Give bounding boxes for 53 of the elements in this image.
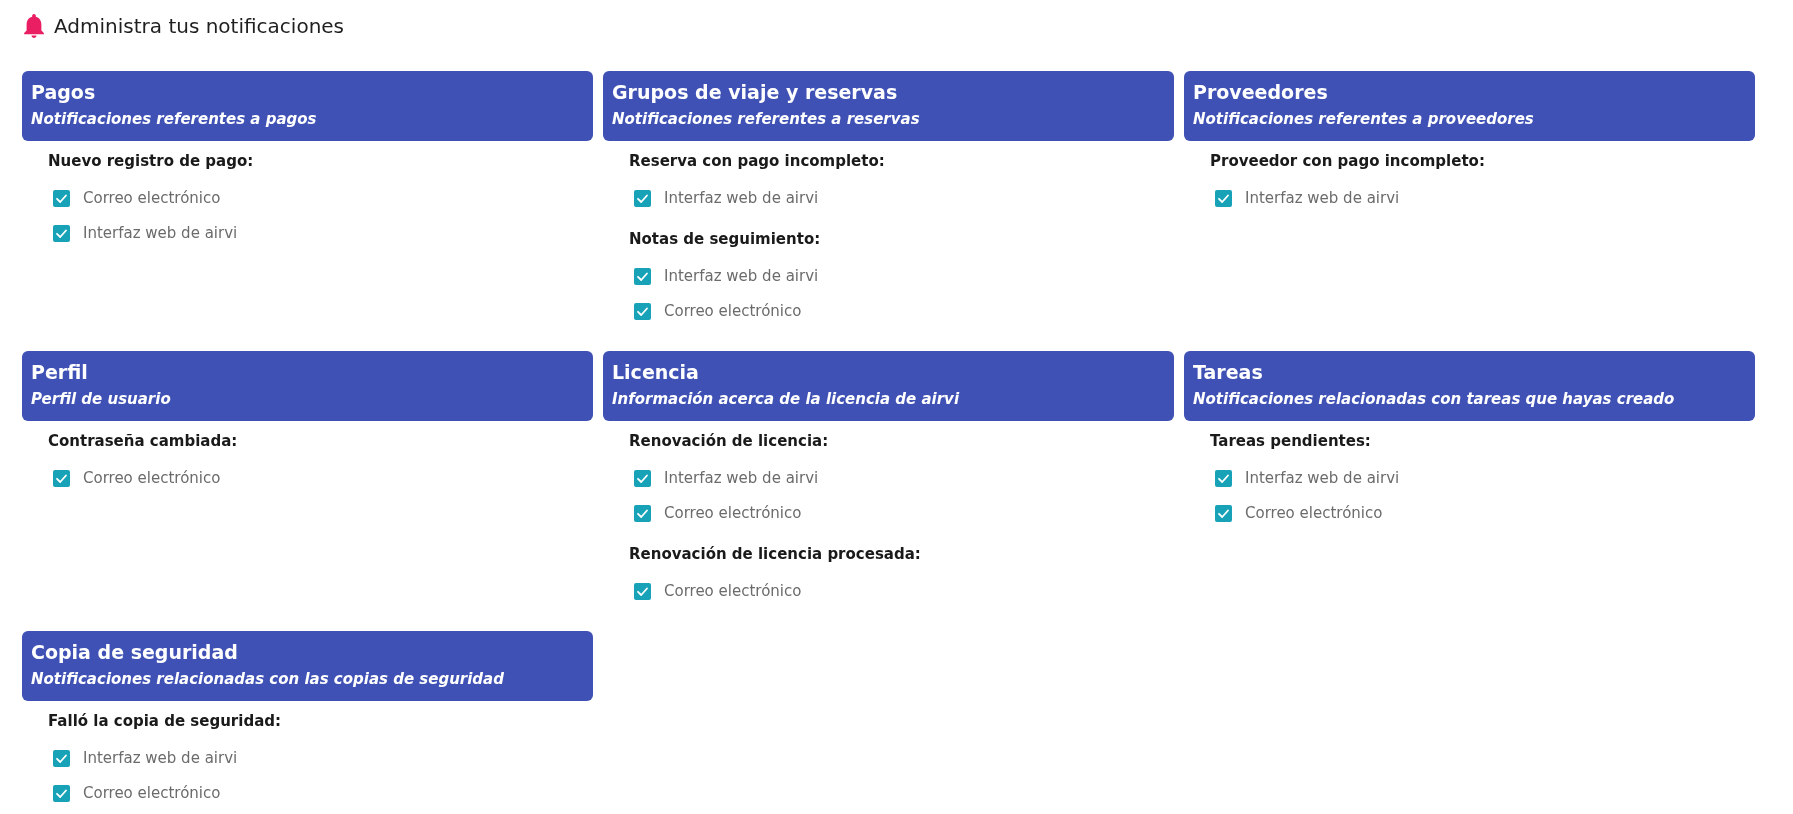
checkbox[interactable]: [1215, 469, 1232, 487]
checkbox[interactable]: [53, 469, 70, 487]
card-subtitle: Notificaciones referentes a pagos: [31, 109, 317, 130]
option-label: Correo electrónico: [664, 503, 802, 523]
option-label: Correo electrónico: [83, 188, 221, 208]
checkbox[interactable]: [634, 189, 651, 207]
checkbox[interactable]: [634, 469, 651, 487]
section-label: Tareas pendientes:: [1210, 431, 1371, 451]
card-subtitle: Notificaciones relacionadas con las copias de seguridad: [31, 669, 504, 690]
option-label: Interfaz web de airvi: [1245, 468, 1400, 488]
checkbox[interactable]: [1215, 504, 1232, 522]
checkbox[interactable]: [634, 267, 651, 285]
checkbox[interactable]: [634, 504, 651, 522]
section-label: Reserva con pago incompleto:: [629, 151, 885, 171]
option-label: Interfaz web de airvi: [664, 266, 819, 286]
option-label: Interfaz web de airvi: [664, 188, 819, 208]
checkbox[interactable]: [1215, 189, 1232, 207]
card-title: Perfil: [31, 360, 88, 385]
option-label: Correo electrónico: [83, 783, 221, 803]
card-subtitle: Notificaciones referentes a reservas: [612, 109, 920, 130]
bell-icon: [24, 14, 44, 38]
option-label: Correo electrónico: [664, 301, 802, 321]
card-title: Grupos de viaje y reservas: [612, 80, 898, 105]
option-label: Interfaz web de airvi: [83, 748, 238, 768]
section-label: Proveedor con pago incompleto:: [1210, 151, 1485, 171]
card-title: Tareas: [1193, 360, 1263, 385]
card-title: Proveedores: [1193, 80, 1328, 105]
card-subtitle: Perfil de usuario: [31, 389, 171, 410]
option-label: Interfaz web de airvi: [664, 468, 819, 488]
option-label: Interfaz web de airvi: [1245, 188, 1400, 208]
option-label: Correo electrónico: [664, 581, 802, 601]
card-title: Licencia: [612, 360, 699, 385]
card-subtitle: Notificaciones referentes a proveedores: [1193, 109, 1534, 130]
card-title: Copia de seguridad: [31, 640, 238, 665]
checkbox[interactable]: [53, 189, 70, 207]
option-label: Interfaz web de airvi: [83, 223, 238, 243]
checkbox[interactable]: [53, 749, 70, 767]
checkbox[interactable]: [53, 784, 70, 802]
page-title: Administra tus notificaciones: [54, 13, 345, 40]
checkbox[interactable]: [634, 302, 651, 320]
section-label: Renovación de licencia:: [629, 431, 829, 451]
checkbox[interactable]: [634, 582, 651, 600]
section-label: Nuevo registro de pago:: [48, 151, 254, 171]
checkbox[interactable]: [53, 224, 70, 242]
option-label: Correo electrónico: [1245, 503, 1383, 523]
option-label: Correo electrónico: [83, 468, 221, 488]
section-label: Contraseña cambiada:: [48, 431, 238, 451]
section-label: Notas de seguimiento:: [629, 229, 821, 249]
section-label: Falló la copia de seguridad:: [48, 711, 281, 731]
card-title: Pagos: [31, 80, 96, 105]
card-subtitle: Información acerca de la licencia de airvi: [612, 389, 960, 410]
section-label: Renovación de licencia procesada:: [629, 544, 921, 564]
card-subtitle: Notificaciones relacionadas con tareas que hayas creado: [1193, 389, 1675, 410]
